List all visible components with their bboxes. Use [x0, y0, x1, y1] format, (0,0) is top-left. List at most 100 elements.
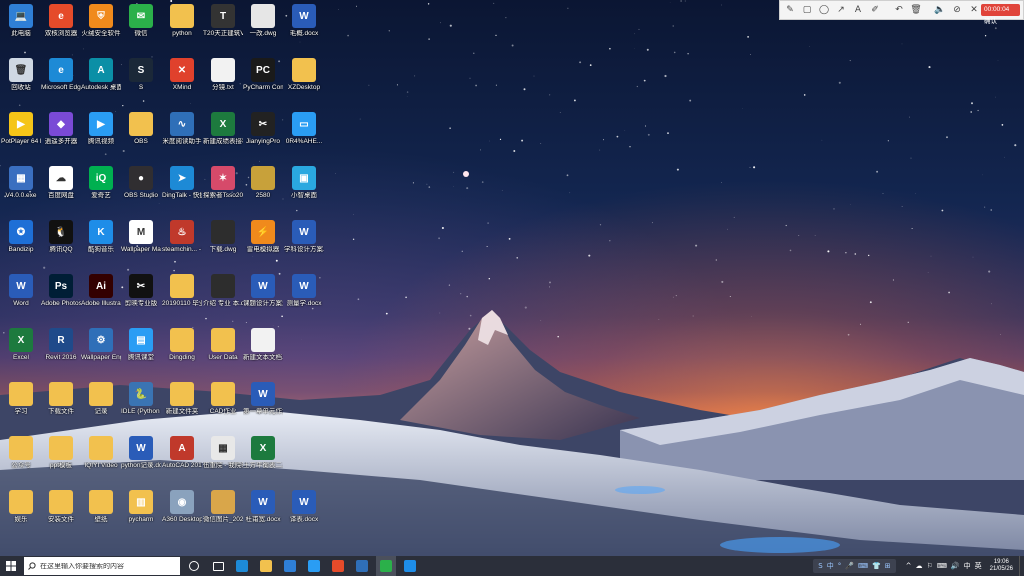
tray-icon[interactable]: 🔊	[951, 562, 960, 570]
recorder-app-icon[interactable]	[376, 556, 396, 576]
ime-tool-icon[interactable]: 👕	[872, 562, 881, 570]
desktop-icon[interactable]: ⛨ 火绒安全软件	[81, 4, 121, 38]
desktop-icon[interactable]: e Microsoft Edge	[41, 58, 81, 92]
arrow-icon[interactable]: ↗	[834, 3, 848, 17]
desktop-icon[interactable]: ☁ 百度网盘	[41, 166, 81, 200]
desktop-icon[interactable]: W Word	[1, 274, 41, 308]
desktop-icon[interactable]: 20190110 毕业照	[162, 274, 202, 308]
ime-tool-icon[interactable]: ⌨	[858, 562, 868, 570]
desktop-icon[interactable]: ◉ A360 Desktop	[162, 490, 202, 524]
desktop-icon[interactable]: 🐍 IDLE (Python ...	[121, 382, 161, 416]
desktop-icon[interactable]: ▭ 0R4%AHE...	[284, 112, 324, 146]
desktop-icon[interactable]: ▶ PotPlayer 64 bit	[1, 112, 41, 146]
tray-icon[interactable]: ☁	[916, 562, 923, 570]
desktop-icon[interactable]: ✪ Bandizip	[1, 220, 41, 254]
desktop-icon[interactable]: iQ 爱奇艺	[81, 166, 121, 200]
tray-icon[interactable]: ⌨	[937, 562, 947, 570]
highlighter-icon[interactable]: ✐	[868, 3, 882, 17]
desktop-icon[interactable]: 壁纸	[81, 490, 121, 524]
desktop-icon[interactable]: X Excel	[1, 328, 41, 362]
tray-icon[interactable]: ^	[906, 562, 912, 570]
desktop-icon[interactable]: ● OBS Studio	[121, 166, 161, 200]
pen-icon[interactable]: ✎	[783, 3, 797, 17]
desktop-icon[interactable]: ▣ 小智桌面	[284, 166, 324, 200]
kugou-icon[interactable]	[400, 556, 420, 576]
desktop-icon[interactable]: Ps Adobe Photosh...	[41, 274, 81, 308]
text-icon[interactable]: A	[851, 3, 865, 17]
desktop-icon[interactable]: Dingding	[162, 328, 202, 362]
start-button[interactable]	[0, 556, 22, 576]
desktop-icon[interactable]: W 课题设计方案汇报.doc	[243, 274, 283, 308]
ime-tool-icon[interactable]: 🎤	[845, 562, 854, 570]
cortana-icon[interactable]	[184, 556, 204, 576]
desktop-icon[interactable]: 🗑 回收站	[1, 58, 41, 92]
undo-icon[interactable]: ↶	[892, 3, 906, 17]
desktop-icon[interactable]: 记录	[81, 382, 121, 416]
desktop-icon[interactable]: ▥ pycharm	[121, 490, 161, 524]
desktop-icon[interactable]: W 译表.docx	[284, 490, 324, 524]
desktop-icon[interactable]: ⚡ 雷电模拟器	[243, 220, 283, 254]
desktop-icon[interactable]: SS	[121, 58, 161, 92]
task-view-icon[interactable]	[208, 556, 228, 576]
desktop-icon[interactable]: 学习	[1, 382, 41, 416]
desktop-icon[interactable]: ♨ steamchin... - 快捷方式	[162, 220, 202, 254]
tray-icon[interactable]: ⚐	[927, 562, 933, 570]
desktop-icon[interactable]: 微信图片_2021050...	[203, 490, 243, 524]
desktop-icon[interactable]: 娱乐	[1, 490, 41, 524]
trash-icon[interactable]: 🗑	[909, 3, 923, 17]
store-icon[interactable]	[280, 556, 300, 576]
ime-tool-icon[interactable]: S	[818, 562, 822, 570]
ime-toolbar[interactable]: S 中 ° 🎤 ⌨ 👕 ⊞	[813, 559, 896, 573]
desktop-icon[interactable]: ⚙ Wallpaper Engine: ...	[81, 328, 121, 362]
tray-icon[interactable]: 中	[964, 561, 971, 571]
desktop-icon[interactable]: W 第一章单元作业 - 分析题...	[243, 382, 283, 416]
ellipse-icon[interactable]: ◯	[817, 3, 831, 17]
desktop-icon[interactable]: ◆ 逍遥多开器	[41, 112, 81, 146]
desktop-icon[interactable]: 公众号	[1, 436, 41, 470]
autodesk-icon[interactable]	[352, 556, 372, 576]
desktop-icon[interactable]: 2580	[243, 166, 283, 200]
camera-off-icon[interactable]: ⊘	[950, 3, 964, 17]
desktop-icon[interactable]: ✉ 微信	[121, 4, 161, 38]
tray-icon[interactable]: 英	[975, 561, 982, 571]
desktop-icon[interactable]: 分镜.txt	[203, 58, 243, 92]
speaker-icon[interactable]: 🔈	[933, 3, 947, 17]
desktop-icon[interactable]: 下载.dwg	[203, 220, 243, 254]
edge-icon[interactable]	[232, 556, 252, 576]
recording-timer-button[interactable]: 00:00:04 确认	[981, 4, 1020, 25]
desktop-icon[interactable]: ▦ V4.0.0.exe	[1, 166, 41, 200]
desktop-icon[interactable]: 安装文件	[41, 490, 81, 524]
desktop-icon[interactable]: ✕ XMind	[162, 58, 202, 92]
desktop-icon[interactable]: X 新建成绩表接种人员统...	[203, 112, 243, 146]
desktop-icon[interactable]: OBS	[121, 112, 161, 146]
desktop-icon[interactable]: 下载文件	[41, 382, 81, 416]
desktop-icon[interactable]: 介绍 专业 本.dwg	[203, 274, 243, 308]
close-icon[interactable]: ✕	[967, 3, 981, 17]
show-desktop-button[interactable]	[1019, 556, 1024, 576]
desktop-icon[interactable]: X 土方平衡表二.xlsx	[243, 436, 283, 470]
rectangle-icon[interactable]: ▢	[800, 3, 814, 17]
desktop-icon[interactable]: A Autodesk 桌面应用程序	[81, 58, 121, 92]
desktop-icon[interactable]: ppt模板	[41, 436, 81, 470]
desktop-icon[interactable]: M Wallpaper Maker - ...	[121, 220, 161, 254]
desktop-icon[interactable]: ▶ 腾讯视频	[81, 112, 121, 146]
desktop-icon[interactable]: A AutoCAD 2016 - 简...	[162, 436, 202, 470]
mail-icon[interactable]	[304, 556, 324, 576]
desktop-icon[interactable]: PC PyCharm Communit...	[243, 58, 283, 92]
desktop-icon[interactable]: 🐧 腾讯QQ	[41, 220, 81, 254]
ime-tool-icon[interactable]: °	[838, 562, 842, 570]
desktop-icon[interactable]: 新建文件夹	[162, 382, 202, 416]
chrome-icon[interactable]	[328, 556, 348, 576]
ime-tool-icon[interactable]: ⊞	[885, 562, 891, 570]
desktop-icon[interactable]: ➤ DingTalk - 快捷方式	[162, 166, 202, 200]
desktop-icon[interactable]: ✶ 探索者Tsso2016	[203, 166, 243, 200]
desktop-icon[interactable]: ✂ JianyingPro	[243, 112, 283, 146]
desktop-icon[interactable]: ▤ 腾讯课堂	[121, 328, 161, 362]
desktop-icon[interactable]: K 酷狗音乐	[81, 220, 121, 254]
desktop-icon[interactable]: Ai Adobe Illustrat...	[81, 274, 121, 308]
desktop-icon[interactable]: W 学科设计方案.docx	[284, 220, 324, 254]
desktop-icon[interactable]: Wpython记录.docx	[121, 436, 161, 470]
taskbar-clock[interactable]: 19:06 21/05/26	[990, 559, 1013, 573]
search-input[interactable]	[40, 562, 168, 570]
taskbar-search-box[interactable]	[24, 557, 180, 575]
